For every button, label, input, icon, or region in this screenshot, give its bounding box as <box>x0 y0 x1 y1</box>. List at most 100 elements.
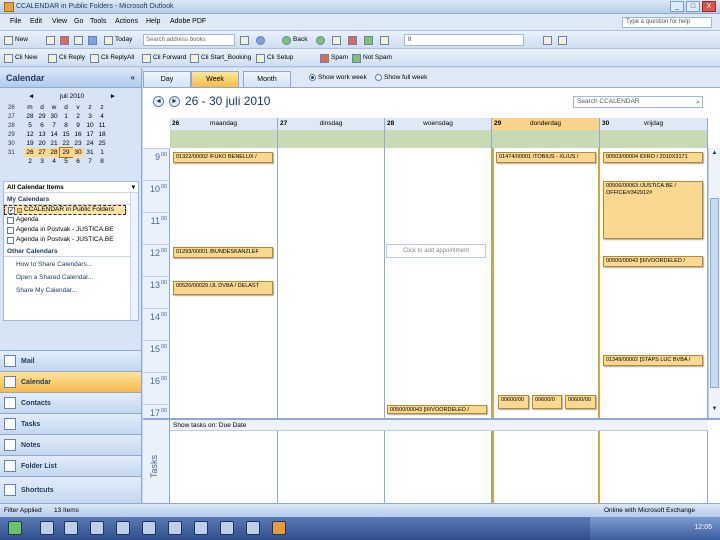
day-header-wednesday[interactable]: 28 woensdag <box>385 118 492 130</box>
print-button[interactable] <box>46 34 55 46</box>
day-column-wednesday[interactable]: Click to add appointment 00500/00043 [II… <box>385 148 492 418</box>
nav-folder-list-button[interactable]: Folder List <box>0 455 141 476</box>
checkbox-icon[interactable] <box>7 226 14 234</box>
mini-cal-day[interactable]: 18 <box>96 130 108 139</box>
task-column[interactable] <box>600 431 708 505</box>
day-header-monday[interactable]: 26 maandag <box>170 118 278 130</box>
prev-week-button[interactable]: ◄ <box>153 96 164 107</box>
appointment[interactable]: 01474/00001 /TOBIUS - XLIUS / <box>496 152 596 163</box>
mini-cal-day[interactable]: 6 <box>72 157 84 166</box>
appointment[interactable]: 01322/00002 /FUKO BENELUX / <box>173 152 273 163</box>
appointment[interactable]: 00506/00063 /JUSTICA.BE / OFFICE/#342912… <box>603 181 703 239</box>
mini-cal-day[interactable]: 11 <box>96 121 108 130</box>
checkbox-checked-icon[interactable]: ✓ <box>8 206 15 214</box>
mini-cal-day[interactable]: 10 <box>84 121 96 130</box>
next-week-button[interactable]: ► <box>169 96 180 107</box>
categorize-button[interactable] <box>88 34 97 46</box>
mini-cal-day[interactable]: 31 <box>84 148 96 157</box>
calendar-item-agenda[interactable]: Agenda <box>4 215 138 225</box>
collapse-chevron-icon[interactable]: « <box>131 73 135 82</box>
desktop-icon[interactable] <box>64 521 78 535</box>
day-header-friday[interactable]: 30 vrijdag <box>600 118 708 130</box>
mini-cal-day[interactable]: 25 <box>96 139 108 148</box>
day-header-thursday[interactable]: 29 donderdag <box>492 118 600 130</box>
move-button[interactable] <box>74 34 83 46</box>
scroll-down-icon[interactable]: ▼ <box>710 406 719 416</box>
appointment[interactable]: 00600/00 <box>498 395 529 409</box>
taskbar-app-icon[interactable] <box>194 521 208 535</box>
mini-cal-day[interactable]: 28 <box>48 148 60 157</box>
mini-cal-day[interactable]: 29 <box>36 112 48 121</box>
spam-button[interactable]: Spam <box>320 52 348 64</box>
taskbar-app-icon[interactable] <box>168 521 182 535</box>
help-search-input[interactable]: Type a question for help <box>622 17 712 28</box>
cli-replyall-button[interactable]: Cli ReplyAll <box>90 52 134 64</box>
all-day-row[interactable] <box>170 130 708 148</box>
open-shared-calendar-link[interactable]: Open a Shared Calendar... <box>4 270 138 283</box>
nav-contacts-button[interactable]: Contacts <box>0 392 141 413</box>
time-grid-scrollbar[interactable]: ▲ ▼ <box>708 148 720 418</box>
search-calendar-input[interactable]: Search CCALENDAR ⌕ <box>573 96 703 108</box>
search-icon[interactable]: ⌕ <box>696 98 700 108</box>
my-calendars-header[interactable]: My Calendars <box>4 193 138 205</box>
cli-new-button[interactable]: Cli New <box>4 52 37 64</box>
web-toolbar-button[interactable] <box>543 34 552 46</box>
tab-month[interactable]: Month <box>243 71 291 87</box>
nav-calendar-button[interactable]: Calendar <box>0 371 141 392</box>
day-header-tuesday[interactable]: 27 dinsdag <box>278 118 385 130</box>
back-button[interactable]: Back <box>282 34 307 46</box>
appointment[interactable]: 01349/00002 [STAPS LUC BVBA / <box>603 355 703 366</box>
mini-cal-day[interactable]: 3 <box>84 112 96 121</box>
mini-cal-day[interactable]: 15 <box>60 130 72 139</box>
up-button[interactable] <box>332 34 341 46</box>
tab-week[interactable]: Week <box>191 71 239 87</box>
mini-cal-day[interactable]: 7 <box>84 157 96 166</box>
mini-cal-day[interactable]: 21 <box>48 139 60 148</box>
cli-forward-button[interactable]: Cli Forward <box>142 52 186 64</box>
nav-tasks-button[interactable]: Tasks <box>0 413 141 434</box>
mini-cal-day[interactable]: 14 <box>48 130 60 139</box>
share-calendars-link[interactable]: How to Share Calendars... <box>4 257 138 270</box>
menu-adobe-pdf[interactable]: Adobe PDF <box>170 18 206 25</box>
mini-cal-day[interactable]: 20 <box>36 139 48 148</box>
scroll-up-icon[interactable]: ▲ <box>710 150 719 160</box>
show-work-week-radio[interactable]: Show work week <box>309 74 367 81</box>
mini-cal-day[interactable]: 28 <box>24 112 36 121</box>
taskbar-app-icon[interactable] <box>220 521 234 535</box>
mini-cal-day[interactable]: 26 <box>24 148 36 157</box>
other-calendars-header[interactable]: Other Calendars <box>4 245 138 257</box>
all-calendar-items-dropdown[interactable]: All Calendar Items ▾ <box>4 182 138 193</box>
mini-cal-day[interactable]: 19 <box>24 139 36 148</box>
mini-cal-day[interactable]: 29 <box>59 147 73 158</box>
mini-cal-day[interactable]: 12 <box>24 130 36 139</box>
mini-cal-day[interactable]: 22 <box>60 139 72 148</box>
forward-button[interactable] <box>316 34 325 46</box>
mini-cal-day[interactable]: 24 <box>84 139 96 148</box>
cli-start-booking-button[interactable]: Cli Start_Booking <box>190 52 251 64</box>
mini-cal-day[interactable]: 1 <box>96 148 108 157</box>
appointment[interactable]: 00500/00043 [III/VOORDELED / <box>603 256 703 267</box>
taskbar-app-icon[interactable] <box>246 521 260 535</box>
mini-cal-day[interactable]: 3 <box>36 157 48 166</box>
address-search-input[interactable]: Search address books <box>143 34 235 46</box>
mini-cal-day[interactable]: 30 <box>48 112 60 121</box>
nav-shortcuts-button[interactable]: Shortcuts <box>0 476 141 503</box>
home-button[interactable] <box>380 34 389 46</box>
delete-button[interactable] <box>60 34 69 46</box>
appointment[interactable]: 00520/00029 /JL DVBA / DELAST <box>173 281 273 295</box>
tab-day[interactable]: Day <box>143 71 191 87</box>
mini-cal-day[interactable]: 16 <box>72 130 84 139</box>
mini-cal-day[interactable]: 5 <box>24 121 36 130</box>
scroll-thumb[interactable] <box>710 198 719 388</box>
mini-cal-next-button[interactable]: ► <box>110 93 116 100</box>
menu-help[interactable]: Help <box>146 18 160 25</box>
mini-cal-prev-button[interactable]: ◄ <box>28 93 34 100</box>
calendar-item-postvak-2[interactable]: Agenda in Postvak - JUSTICA.BE <box>4 235 138 245</box>
stop-button[interactable] <box>348 34 357 46</box>
taskbar-app-icon[interactable] <box>142 521 156 535</box>
not-spam-button[interactable]: Not Spam <box>352 52 392 64</box>
appointment[interactable]: 01293/00001 /BUNDESKANZLEF <box>173 247 273 258</box>
mini-cal-day[interactable]: 4 <box>48 157 60 166</box>
appointment[interactable]: 00503/00004 IDIRO / 2010X3171 <box>603 152 703 163</box>
calendar-list-scrollbar[interactable] <box>130 193 138 320</box>
